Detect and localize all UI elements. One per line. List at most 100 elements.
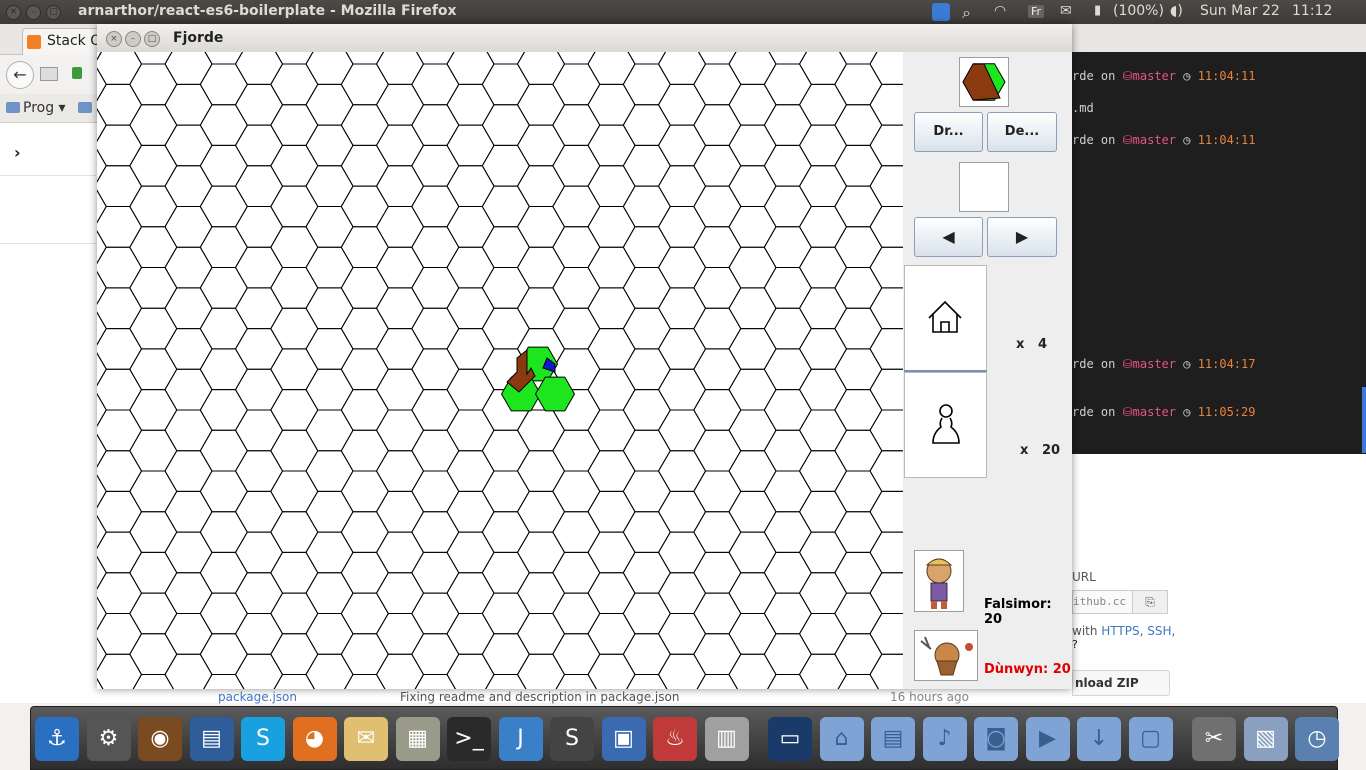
- hex-cell[interactable]: [834, 307, 883, 350]
- hex-cell[interactable]: [340, 104, 389, 146]
- hex-cell[interactable]: [446, 52, 495, 85]
- home-folder-icon[interactable]: ⌂: [819, 717, 864, 761]
- hex-cell[interactable]: [869, 83, 903, 126]
- hex-cell[interactable]: [587, 52, 636, 85]
- hex-cell[interactable]: [199, 185, 248, 228]
- hex-cell[interactable]: [869, 572, 903, 614]
- hex-cell[interactable]: [305, 490, 354, 533]
- hex-cell[interactable]: [129, 63, 178, 106]
- hex-cell[interactable]: [657, 572, 707, 614]
- speaker-icon[interactable]: ◉: [138, 717, 182, 761]
- hex-cell[interactable]: [164, 124, 213, 167]
- hex-cell[interactable]: [728, 531, 777, 574]
- hex-cell[interactable]: [130, 52, 177, 65]
- hex-cell[interactable]: [657, 83, 707, 126]
- hex-cell[interactable]: [97, 450, 143, 492]
- sublime-icon[interactable]: S: [550, 717, 594, 761]
- hex-cell[interactable]: [693, 185, 742, 228]
- hex-cell[interactable]: [164, 409, 213, 452]
- hex-cell[interactable]: [375, 287, 425, 330]
- hex-cell[interactable]: [375, 165, 425, 207]
- hex-cell[interactable]: [587, 613, 636, 655]
- hex-cell[interactable]: [375, 531, 425, 574]
- hex-cell[interactable]: [234, 490, 284, 533]
- hex-cell[interactable]: [446, 653, 495, 689]
- hex-cell[interactable]: [552, 63, 601, 106]
- hex-cell[interactable]: [129, 144, 178, 187]
- calculator-icon[interactable]: ▦: [395, 717, 440, 761]
- hex-cell[interactable]: [446, 531, 495, 574]
- hex-cell[interactable]: [693, 551, 742, 594]
- hex-cell[interactable]: [340, 470, 389, 513]
- hex-cell[interactable]: [657, 450, 707, 492]
- hex-cell[interactable]: [516, 531, 566, 574]
- hex-cell[interactable]: [798, 206, 848, 248]
- hex-cell[interactable]: [340, 226, 389, 268]
- hex-cell[interactable]: [587, 572, 636, 614]
- hex-cell[interactable]: [446, 124, 495, 167]
- hex-cell[interactable]: [97, 613, 143, 655]
- hex-cell[interactable]: [834, 592, 883, 635]
- hex-cell[interactable]: [728, 490, 777, 533]
- hex-cell[interactable]: [305, 450, 354, 492]
- hex-cell[interactable]: [199, 226, 248, 268]
- hex-cell[interactable]: [411, 470, 460, 513]
- hex-cell[interactable]: [763, 389, 812, 431]
- hex-cell[interactable]: [657, 613, 707, 655]
- hex-cell[interactable]: [763, 551, 812, 594]
- hex-cell[interactable]: [305, 52, 354, 85]
- hex-cell[interactable]: [587, 409, 636, 452]
- hex-cell[interactable]: [270, 63, 319, 106]
- clock[interactable]: 11:12: [1292, 3, 1332, 19]
- hex-cell[interactable]: [587, 653, 636, 689]
- chevron-right-icon[interactable]: ›: [14, 143, 21, 162]
- popcorn-icon[interactable]: ♨: [653, 717, 697, 761]
- hex-cell[interactable]: [552, 511, 601, 553]
- hex-cell[interactable]: [622, 185, 671, 228]
- hex-cell[interactable]: [728, 368, 777, 411]
- folder-icon[interactable]: ▢: [1128, 717, 1173, 761]
- discard-button[interactable]: De...: [987, 112, 1057, 152]
- hex-cell[interactable]: [270, 307, 319, 350]
- placed-tiles[interactable]: [500, 346, 576, 412]
- hex-cell[interactable]: [834, 389, 883, 431]
- hex-cell[interactable]: [97, 409, 143, 452]
- hex-cell[interactable]: [481, 592, 530, 635]
- time-machine-icon[interactable]: ◷: [1295, 717, 1339, 761]
- hex-cell[interactable]: [305, 572, 354, 614]
- hex-cell[interactable]: [234, 124, 284, 167]
- hex-cell[interactable]: [693, 267, 742, 309]
- hex-cell[interactable]: [869, 450, 903, 492]
- hex-cell[interactable]: [834, 470, 883, 513]
- hex-cell[interactable]: [516, 572, 566, 614]
- hex-cell[interactable]: [481, 104, 530, 146]
- hex-cell[interactable]: [270, 185, 319, 228]
- hex-cell[interactable]: [798, 165, 848, 207]
- bookmark-folder[interactable]: [78, 100, 95, 116]
- hex-cell[interactable]: [622, 429, 671, 472]
- hex-cell[interactable]: [622, 511, 671, 553]
- hex-cell[interactable]: [340, 307, 389, 350]
- hex-cell[interactable]: [587, 490, 636, 533]
- hex-cell[interactable]: [587, 450, 636, 492]
- tab-groups-icon[interactable]: [40, 67, 58, 81]
- hex-cell[interactable]: [728, 328, 777, 370]
- clone-url-input[interactable]: ithub.cc: [1072, 590, 1134, 614]
- hex-cell[interactable]: [869, 246, 903, 289]
- hex-cell[interactable]: [763, 592, 812, 635]
- hex-cell[interactable]: [270, 592, 319, 635]
- hex-cell[interactable]: [798, 613, 848, 655]
- hex-cell[interactable]: [516, 653, 566, 689]
- hex-cell[interactable]: [411, 348, 460, 391]
- dropbox-icon[interactable]: [932, 3, 950, 21]
- hex-cell[interactable]: [869, 328, 903, 370]
- hex-cell[interactable]: [552, 144, 601, 187]
- hex-cell[interactable]: [834, 429, 883, 472]
- hex-cell[interactable]: [834, 63, 883, 106]
- hex-cell[interactable]: [834, 551, 883, 594]
- hex-cell[interactable]: [129, 551, 178, 594]
- hex-cell[interactable]: [763, 429, 812, 472]
- pictures-folder-icon[interactable]: ◙: [974, 717, 1018, 761]
- hex-cell[interactable]: [869, 165, 903, 207]
- hex-cell[interactable]: [164, 287, 213, 330]
